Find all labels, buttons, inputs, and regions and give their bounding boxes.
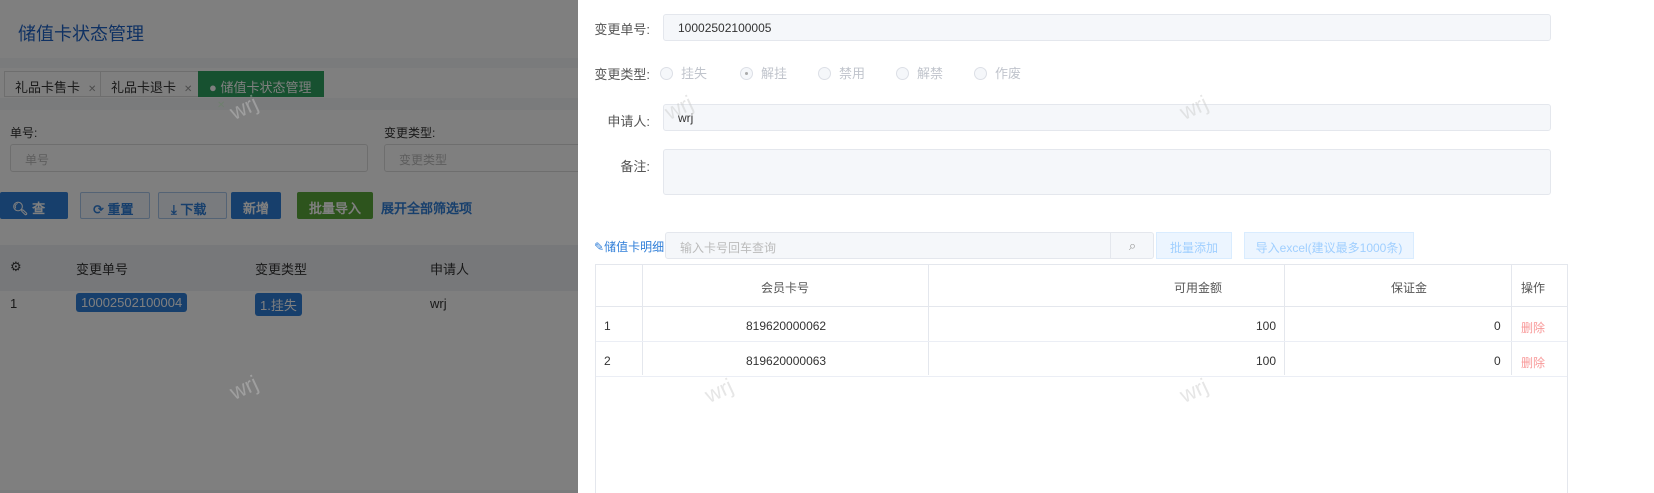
radio-label: 挂失 <box>681 66 708 81</box>
radio-lost[interactable]: 挂失 <box>660 63 707 82</box>
table-row: 2 819620000063 100 0 删除 <box>596 342 1567 377</box>
radio-icon <box>896 67 909 80</box>
card-search-input[interactable]: 输入卡号回车查询 <box>665 232 1154 259</box>
radio-unlost[interactable]: 解挂 <box>740 63 787 82</box>
card-number: 819620000063 <box>746 354 827 368</box>
radio-icon <box>660 67 673 80</box>
col-deposit: 保证金 <box>1391 281 1428 295</box>
applicant-field[interactable]: wrj <box>663 104 1551 131</box>
radio-label: 解挂 <box>761 66 788 81</box>
delete-link[interactable]: 删除 <box>1521 319 1545 336</box>
row-index: 1 <box>604 319 611 333</box>
batch-add-button[interactable]: 批量添加 <box>1156 232 1232 259</box>
radio-icon <box>818 67 831 80</box>
type-label: 变更类型: <box>594 67 650 82</box>
modal-mask[interactable] <box>0 0 578 493</box>
search-icon[interactable]: ⌕ <box>1110 233 1154 258</box>
radio-checked-icon <box>740 67 753 80</box>
remark-label: 备注: <box>620 159 650 174</box>
col-amount: 可用金额 <box>1174 281 1223 295</box>
radio-void[interactable]: 作废 <box>974 63 1021 82</box>
deposit: 0 <box>1494 354 1501 368</box>
delete-link[interactable]: 删除 <box>1521 354 1545 371</box>
applicant-label: 申请人: <box>607 114 650 129</box>
order-field[interactable]: 10002502100005 <box>663 14 1551 41</box>
col-action: 操作 <box>1521 281 1546 295</box>
row-index: 2 <box>604 354 611 368</box>
col-card: 会员卡号 <box>761 281 810 295</box>
table-header: 会员卡号 可用金额 保证金 操作 <box>596 265 1567 307</box>
table-row: 1 819620000062 100 0 删除 <box>596 307 1567 342</box>
amount: 100 <box>1256 354 1277 368</box>
order-label: 变更单号: <box>594 22 650 37</box>
deposit: 0 <box>1494 319 1501 333</box>
detail-label: 储值卡明细 <box>604 240 665 254</box>
radio-disable[interactable]: 禁用 <box>818 63 865 82</box>
radio-label: 作废 <box>995 66 1022 81</box>
radio-label: 禁用 <box>839 66 866 81</box>
card-number: 819620000062 <box>746 319 827 333</box>
import-excel-button[interactable]: 导入excel(建议最多1000条) <box>1244 232 1414 259</box>
radio-enable[interactable]: 解禁 <box>896 63 943 82</box>
edit-icon: ✎ <box>594 240 605 254</box>
card-detail-table: 会员卡号 可用金额 保证金 操作 1 819620000062 100 0 删除… <box>595 264 1568 493</box>
detail-section-title: ✎储值卡明细 <box>594 238 664 255</box>
remark-textarea[interactable] <box>663 149 1551 195</box>
radio-label: 解禁 <box>917 66 944 81</box>
radio-icon <box>974 67 987 80</box>
amount: 100 <box>1256 319 1277 333</box>
